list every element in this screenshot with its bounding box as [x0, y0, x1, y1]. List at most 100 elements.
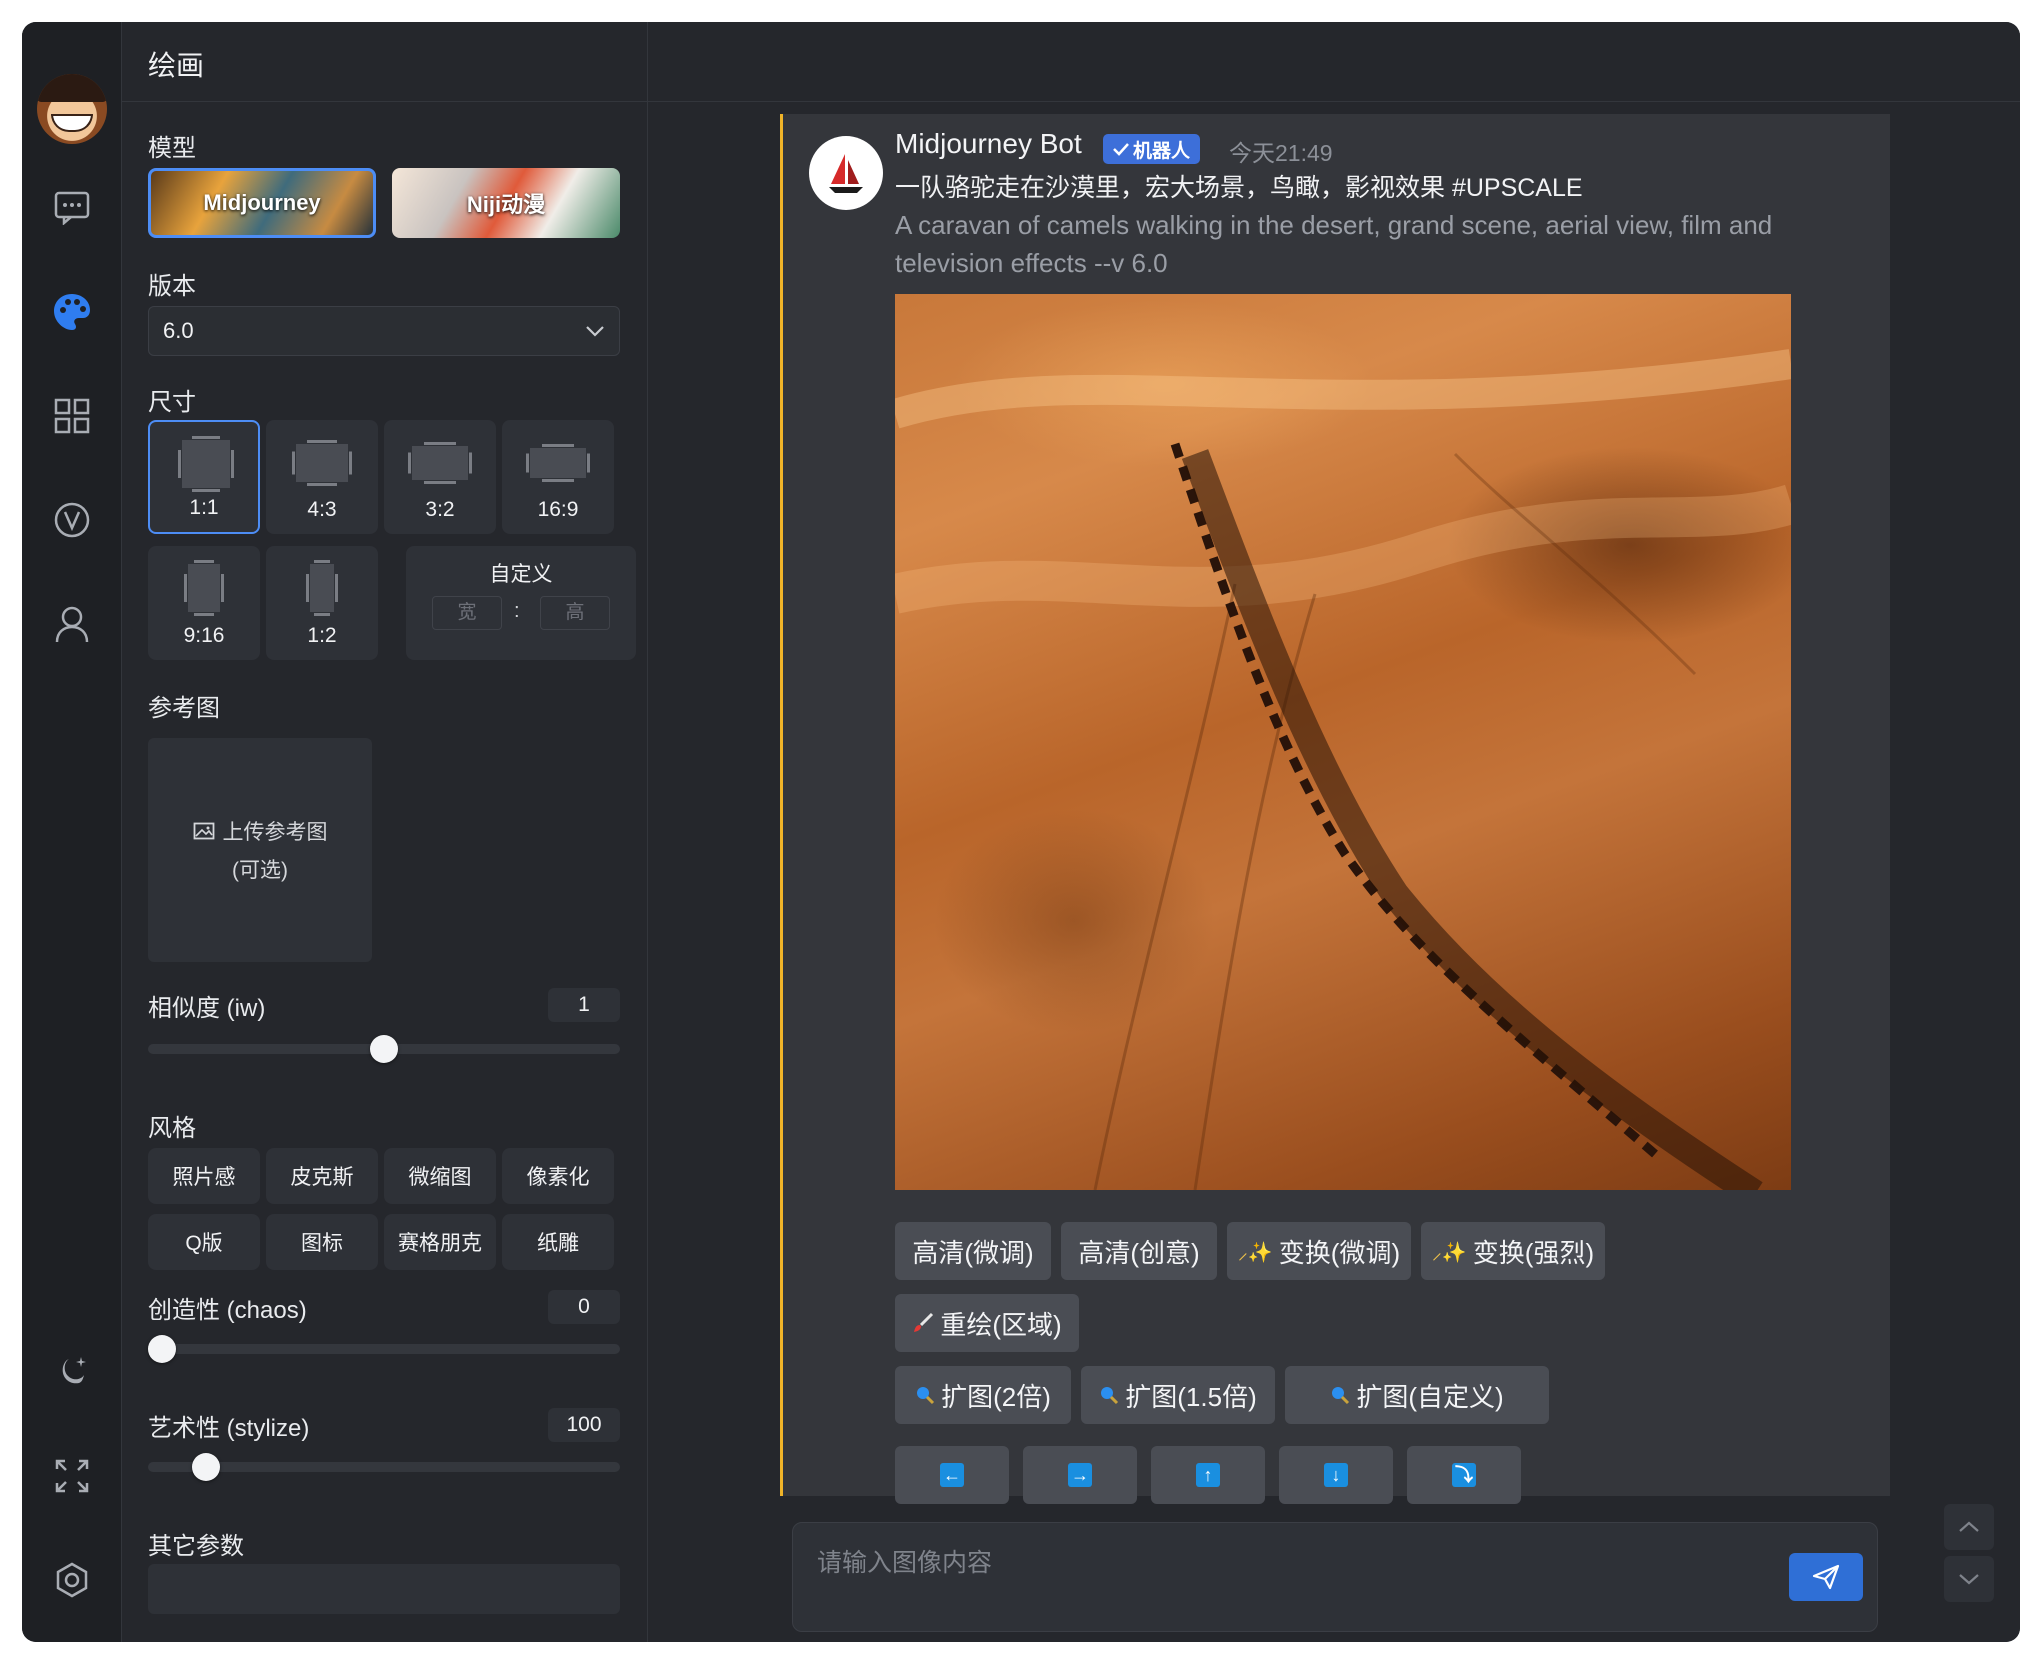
fullscreen-icon[interactable]	[52, 1456, 92, 1496]
generated-image[interactable]	[895, 294, 1791, 1190]
custom-height-input[interactable]: 高	[540, 596, 610, 630]
zoom-custom-button[interactable]: 扩图(自定义)	[1285, 1366, 1549, 1424]
desert-caravan-illustration	[895, 349, 1791, 1190]
version-select[interactable]: 6.0	[148, 306, 620, 356]
pan-right-button[interactable]: →	[1023, 1446, 1137, 1504]
grid-icon[interactable]	[52, 396, 92, 436]
model-niji[interactable]: Niji动漫	[392, 168, 620, 238]
app-window: 绘画 模型 Midjourney Niji动漫 版本 6.0 尺寸 1:1 4:…	[22, 22, 2020, 1642]
size-label: 尺寸	[148, 389, 196, 416]
settings-icon[interactable]	[52, 1560, 92, 1600]
prompt-english: A caravan of camels walking in the deser…	[895, 210, 1773, 278]
reference-label: 参考图	[148, 695, 220, 722]
settings-panel: 绘画 模型 Midjourney Niji动漫 版本 6.0 尺寸 1:1 4:…	[122, 22, 648, 1642]
pan-left-button[interactable]: ←	[895, 1446, 1009, 1504]
send-button[interactable]	[1789, 1553, 1863, 1601]
make-square-button[interactable]: ⤵	[1407, 1446, 1521, 1504]
upscale-creative-button[interactable]: 高清(创意)	[1061, 1222, 1217, 1280]
bot-badge-text: 机器人	[1133, 140, 1191, 162]
style-pixel[interactable]: 像素化	[502, 1148, 614, 1204]
model-midjourney[interactable]: Midjourney	[148, 168, 376, 238]
vary-subtle-button[interactable]: ⸝✨ 变换(微调)	[1227, 1222, 1411, 1280]
size-9-16[interactable]: 9:16	[148, 546, 260, 660]
chevron-up-icon	[1959, 1521, 1979, 1532]
pan-up-button[interactable]: ↑	[1151, 1446, 1265, 1504]
custom-width-input[interactable]: 宽	[432, 596, 502, 630]
pan-down-button[interactable]: ↓	[1279, 1446, 1393, 1504]
chaos-slider[interactable]	[148, 1335, 620, 1363]
scroll-up-button[interactable]	[1944, 1504, 1994, 1550]
stylize-slider-thumb[interactable]	[192, 1453, 220, 1481]
style-photo[interactable]: 照片感	[148, 1148, 260, 1204]
size-1-1-label: 1:1	[189, 496, 219, 519]
vary-subtle-label: 变换(微调)	[1278, 1237, 1401, 1268]
size-3-2[interactable]: 3:2	[384, 420, 496, 534]
similarity-slider[interactable]	[148, 1035, 620, 1063]
magnifier-icon	[1101, 1387, 1119, 1405]
bot-avatar	[809, 136, 883, 210]
zoom-1-5x-label: 扩图(1.5倍)	[1125, 1381, 1257, 1412]
reference-upload-text: 上传参考图	[222, 821, 328, 844]
image-icon	[193, 822, 214, 840]
ratio-3-2-icon	[412, 446, 468, 480]
bot-message: Midjourney Bot 机器人 今天21:49 一队骆驼走在沙漠里，宏大场…	[780, 114, 1890, 1504]
version-v-icon[interactable]	[52, 500, 92, 540]
style-chibi[interactable]: Q版	[148, 1214, 260, 1270]
dark-mode-icon[interactable]	[52, 1352, 92, 1392]
custom-size-title: 自定义	[489, 563, 553, 586]
palette-icon[interactable]	[52, 292, 92, 332]
stylize-slider[interactable]	[148, 1453, 620, 1481]
prompt-chinese: 一队骆驼走在沙漠里，宏大场景，鸟瞰，影视效果 #UPSCALE	[895, 174, 1583, 202]
send-icon	[1812, 1564, 1840, 1590]
upscale-subtle-button[interactable]: 高清(微调)	[895, 1222, 1051, 1280]
size-1-2[interactable]: 1:2	[266, 546, 378, 660]
style-cyberpunk[interactable]: 赛格朋克	[384, 1214, 496, 1270]
stylize-label: 艺术性 (stylize)	[148, 1415, 310, 1442]
similarity-slider-thumb[interactable]	[370, 1035, 398, 1063]
avatar-hair	[37, 74, 107, 102]
style-icon[interactable]: 图标	[266, 1214, 378, 1270]
bot-name: Midjourney Bot	[895, 128, 1082, 159]
zoom-1-5x-button[interactable]: 扩图(1.5倍)	[1081, 1366, 1275, 1424]
zoom-custom-label: 扩图(自定义)	[1356, 1381, 1504, 1412]
chevron-down-icon	[1959, 1574, 1979, 1585]
custom-separator: :	[514, 600, 520, 622]
style-pixar[interactable]: 皮克斯	[266, 1148, 378, 1204]
nav-rail	[22, 22, 122, 1642]
magnifier-icon	[917, 1387, 935, 1405]
style-miniature[interactable]: 微缩图	[384, 1148, 496, 1204]
chaos-value[interactable]: 0	[548, 1290, 620, 1324]
other-params-input[interactable]	[148, 1564, 620, 1614]
user-avatar[interactable]	[37, 74, 107, 144]
vary-strong-button[interactable]: ⸝✨ 变换(强烈)	[1421, 1222, 1605, 1280]
chaos-slider-thumb[interactable]	[148, 1335, 176, 1363]
size-4-3[interactable]: 4:3	[266, 420, 378, 534]
style-papercut[interactable]: 纸雕	[502, 1214, 614, 1270]
stylize-value[interactable]: 100	[548, 1408, 620, 1442]
arrow-down-icon: ↓	[1324, 1463, 1348, 1487]
zoom-2x-button[interactable]: 扩图(2倍)	[895, 1366, 1071, 1424]
similarity-value[interactable]: 1	[548, 988, 620, 1022]
size-1-1[interactable]: 1:1	[148, 420, 260, 534]
model-label: 模型	[148, 135, 196, 162]
user-icon[interactable]	[52, 604, 92, 644]
chaos-label: 创造性 (chaos)	[148, 1297, 307, 1324]
arrow-turn-icon: ⤵	[1452, 1463, 1476, 1487]
model-niji-label: Niji动漫	[466, 192, 546, 217]
reference-upload[interactable]: 上传参考图 (可选)	[148, 738, 372, 962]
brush-icon	[914, 1312, 934, 1332]
ratio-1-2-icon	[310, 564, 334, 612]
prompt-composer[interactable]: 请输入图像内容	[792, 1522, 1878, 1632]
size-16-9[interactable]: 16:9	[502, 420, 614, 534]
scroll-down-button[interactable]	[1944, 1556, 1994, 1602]
other-params-label: 其它参数	[148, 1533, 244, 1560]
vary-region-label: 重绘(区域)	[940, 1309, 1062, 1340]
arrow-right-icon: →	[1068, 1463, 1092, 1487]
size-3-2-label: 3:2	[425, 498, 455, 521]
composer-placeholder: 请输入图像内容	[817, 1549, 993, 1577]
style-label: 风格	[148, 1115, 196, 1142]
similarity-label: 相似度 (iw)	[148, 995, 266, 1022]
vary-region-button[interactable]: 重绘(区域)	[895, 1294, 1079, 1352]
chat-icon[interactable]	[52, 188, 92, 228]
size-custom: 自定义 宽 : 高	[406, 546, 636, 660]
